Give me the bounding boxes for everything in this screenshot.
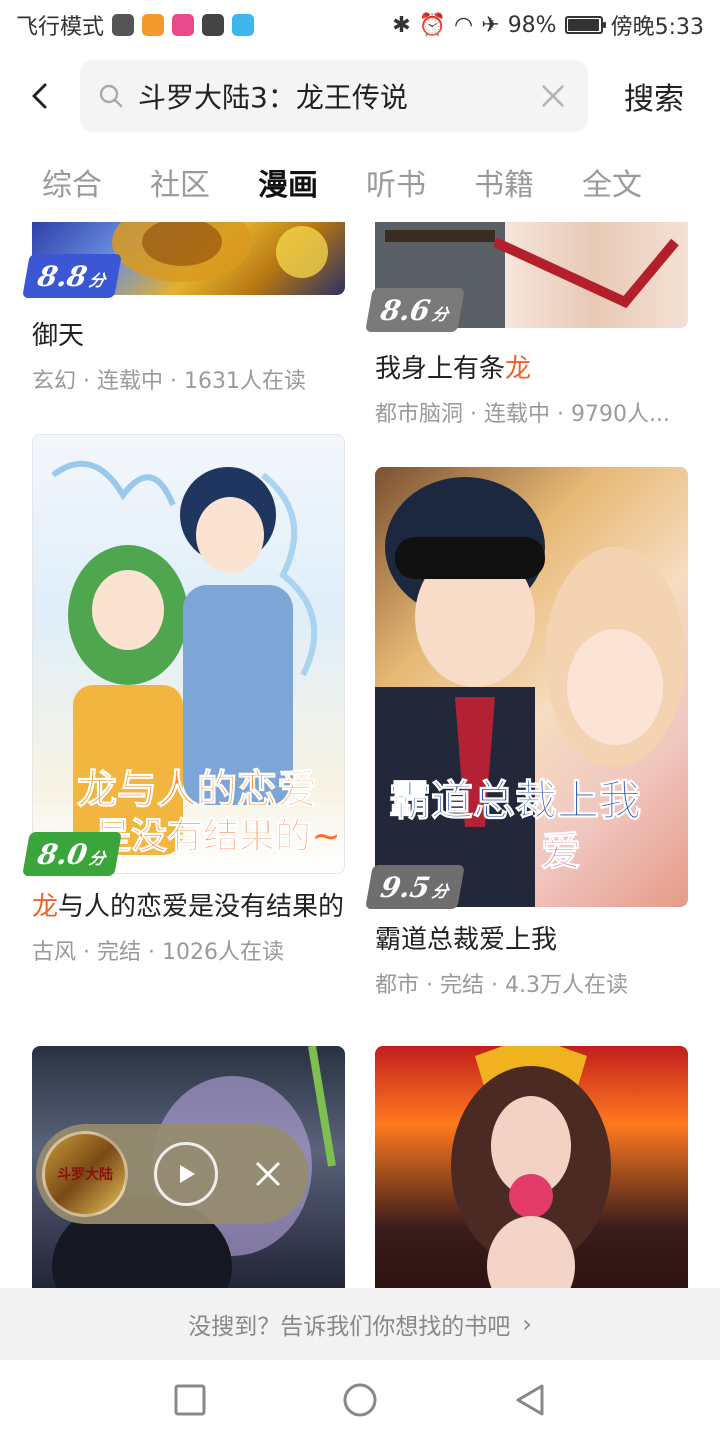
rating-unit: 分 — [430, 305, 450, 324]
bluetooth-icon: ✱ — [392, 12, 411, 38]
circle-icon — [343, 1383, 377, 1417]
play-icon — [180, 1165, 195, 1183]
chat-app-icon — [232, 14, 255, 36]
rating-badge: 8.0 分 — [22, 832, 122, 876]
battery-icon — [564, 16, 606, 34]
cover-image[interactable]: 霸道总裁上我 爱 — [375, 467, 688, 907]
home-button[interactable] — [340, 1380, 380, 1420]
title-highlight: 龙 — [505, 354, 532, 384]
cover-art — [375, 477, 685, 907]
rating-unit: 分 — [430, 882, 450, 901]
airplane-mode-label: 飞行模式 — [16, 15, 105, 40]
status-left: 飞行模式 — [16, 9, 255, 41]
cover-art — [451, 1046, 611, 1288]
status-right: ✱ ⏰ ◠ ✈ 98% 傍晚5:33 — [392, 9, 704, 41]
rating-badge: 8.6 分 — [365, 288, 465, 332]
cover-image[interactable]: 龙与人的恋爱 是没有结果的~ — [32, 434, 345, 874]
search-input[interactable]: 斗罗大陆3：龙王传说 — [80, 60, 588, 132]
book-title[interactable]: 霸道总裁爱上我 — [375, 923, 688, 957]
rating-badge: 9.5 分 — [365, 865, 465, 909]
player-cover-title: 斗罗大陆 — [57, 1167, 113, 1183]
wifi-icon: ◠ — [454, 12, 474, 38]
video-app-icon — [142, 14, 165, 36]
book-title[interactable]: 龙与人的恋爱是没有结果的 — [32, 890, 345, 924]
book-title[interactable]: 我身上有条龙 — [375, 352, 688, 386]
feedback-text: 没搜到？告诉我们你想找的书吧 — [188, 1314, 511, 1340]
cover-title-bottom: 爱 — [541, 829, 582, 876]
system-nav-bar — [0, 1360, 720, 1440]
alarm-icon: ⏰ — [418, 12, 447, 38]
title-text: 我身上有条 — [375, 354, 506, 384]
book-meta: 古风 · 完结 · 1026人在读 — [32, 940, 284, 965]
book-title[interactable]: 御天 — [32, 319, 345, 353]
book-meta: 玄幻 · 连载中 · 1631人在读 — [32, 369, 306, 394]
rating-value: 8.6 — [378, 293, 433, 327]
recent-apps-button[interactable] — [170, 1380, 210, 1420]
result-card[interactable]: 霸道总裁上我 爱 9.5 分 霸道总裁爱上我 都市 · 完结 · 4.3万人在读 — [365, 467, 688, 999]
clock: 傍晚5:33 — [610, 15, 704, 40]
search-icon — [99, 84, 123, 108]
rating-value: 8.8 — [35, 259, 90, 293]
rating-value: 9.5 — [378, 870, 433, 904]
book-meta: 都市脑洞 · 连载中 · 9790人... — [375, 402, 670, 427]
audio-mini-player[interactable]: 斗罗大陆 — [36, 1124, 308, 1224]
book-meta: 都市 · 完结 · 4.3万人在读 — [375, 973, 628, 998]
tab-fulltext[interactable]: 全文 — [558, 160, 666, 212]
feedback-bar[interactable]: 没搜到？告诉我们你想找的书吧 › — [0, 1288, 720, 1360]
close-player-button[interactable] — [248, 1154, 288, 1194]
cover-title-top: 霸道总裁上我 — [388, 776, 642, 826]
clear-search-button[interactable] — [536, 79, 570, 113]
triangle-back-icon — [516, 1384, 544, 1416]
category-tabs: 综合 社区 漫画 听书 书籍 全文 — [0, 160, 720, 212]
search-header: 斗罗大陆3：龙王传说 搜索 — [0, 58, 720, 134]
result-card[interactable]: 龙与人的恋爱 是没有结果的~ 8.0 分 龙与人的恋爱是没有结果的 古风 · 完结… — [22, 434, 345, 966]
back-nav-button[interactable] — [510, 1380, 550, 1420]
rating-unit: 分 — [87, 271, 107, 290]
result-card[interactable] — [375, 1046, 688, 1288]
tab-comprehensive[interactable]: 综合 — [18, 160, 126, 212]
close-icon — [542, 85, 564, 107]
battery-level — [567, 19, 599, 31]
close-icon — [256, 1162, 280, 1186]
result-card[interactable]: 8.8 分 御天 玄幻 · 连载中 · 1631人在读 — [22, 222, 345, 395]
cover-image[interactable] — [375, 1046, 688, 1288]
chevron-right-icon: › — [522, 1310, 532, 1338]
cover-title-bottom: 是没有结果的~ — [94, 816, 342, 858]
rating-badge: 8.8 分 — [22, 254, 122, 298]
status-bar: 飞行模式 ✱ ⏰ ◠ ✈ 98% 傍晚5:33 — [0, 0, 720, 50]
rating-unit: 分 — [87, 849, 107, 868]
search-button[interactable]: 搜索 — [588, 74, 720, 118]
tab-comics[interactable]: 漫画 — [234, 160, 342, 212]
square-icon — [174, 1384, 206, 1416]
airplane-icon: ✈ — [481, 12, 500, 38]
music-app-icon — [172, 14, 195, 36]
tab-community[interactable]: 社区 — [126, 160, 234, 212]
player-cover[interactable]: 斗罗大陆 — [42, 1131, 128, 1217]
result-card[interactable]: 8.6 分 我身上有条龙 都市脑洞 · 连载中 · 9790人... — [365, 222, 688, 428]
tab-audiobooks[interactable]: 听书 — [342, 160, 450, 212]
title-highlight: 龙 — [32, 892, 59, 922]
tab-books[interactable]: 书籍 — [450, 160, 558, 212]
huawei-app-icon — [202, 14, 225, 36]
back-button[interactable] — [0, 58, 80, 134]
game-app-icon — [112, 14, 135, 36]
results-grid: 8.8 分 御天 玄幻 · 连载中 · 1631人在读 龙与人的恋爱 是没有结果的… — [0, 222, 720, 1288]
search-query[interactable]: 斗罗大陆3：龙王传说 — [138, 76, 536, 116]
rating-value: 8.0 — [35, 837, 90, 871]
title-text: 与人的恋爱是没有结果的 — [58, 892, 345, 922]
back-arrow-icon — [32, 83, 47, 109]
play-button[interactable] — [154, 1142, 218, 1206]
battery-percent: 98% — [507, 12, 557, 38]
